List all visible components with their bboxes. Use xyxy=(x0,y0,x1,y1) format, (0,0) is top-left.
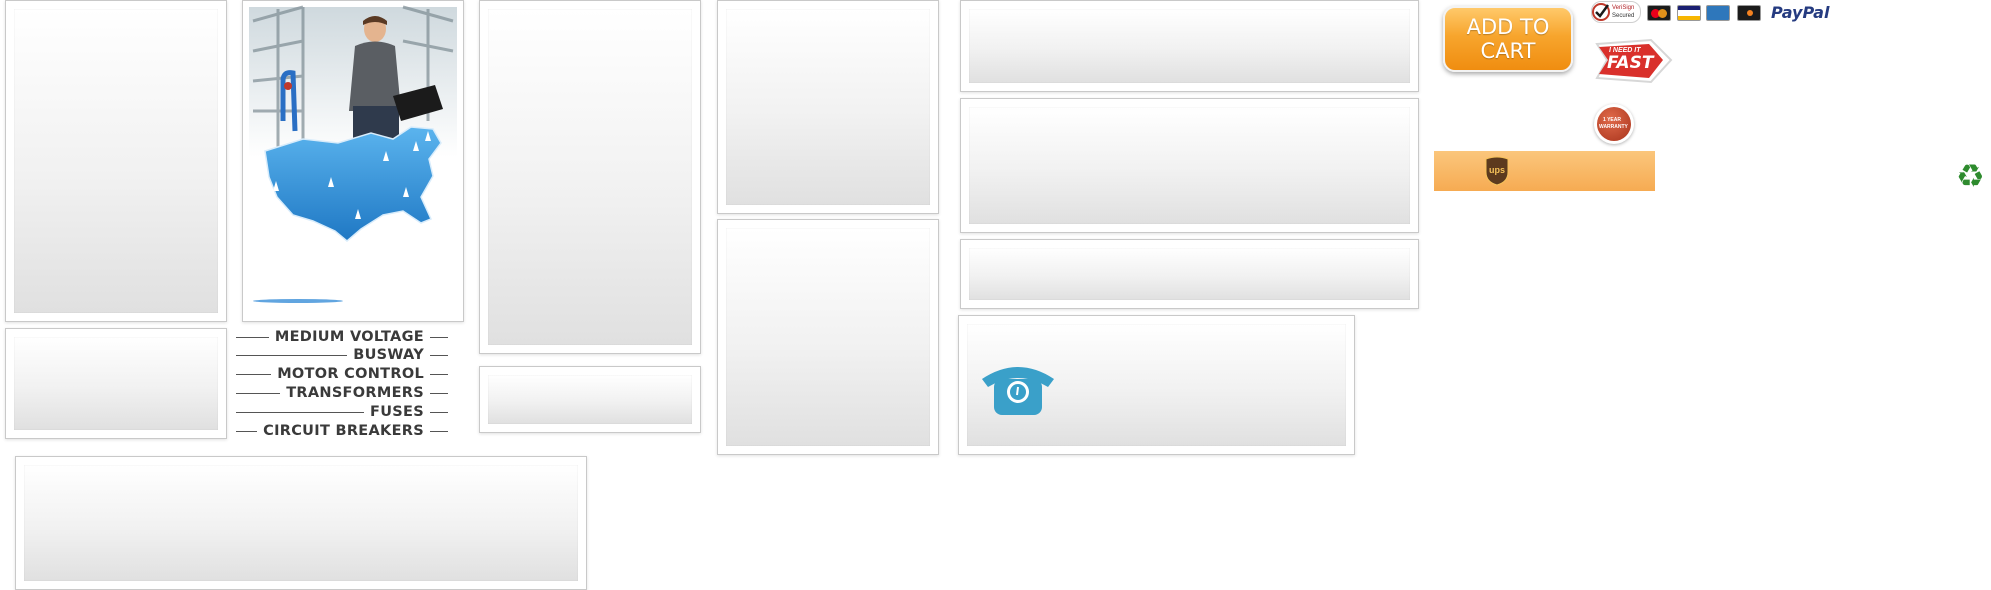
contact-panel xyxy=(958,315,1355,455)
warranty-text-2: WARRANTY xyxy=(1599,124,1628,130)
category-label: TRANSFORMERS xyxy=(286,385,424,401)
category-transformers[interactable]: TRANSFORMERS xyxy=(236,384,448,402)
placeholder-panel-wide-3 xyxy=(960,239,1419,309)
category-busway[interactable]: BUSWAY xyxy=(236,346,448,364)
ups-shipping-bar: ups xyxy=(1434,151,1655,191)
warranty-text-1: 1 YEAR xyxy=(1603,117,1621,123)
fast-text: FAST xyxy=(1607,53,1654,73)
placeholder-panel-tall-1 xyxy=(5,0,227,322)
visa-icon xyxy=(1677,5,1701,21)
placeholder-panel-small-3 xyxy=(479,366,701,433)
category-label: FUSES xyxy=(370,404,424,420)
amex-icon xyxy=(1706,5,1730,21)
category-motor-control[interactable]: MOTOR CONTROL xyxy=(236,365,448,383)
category-fuses[interactable]: FUSES xyxy=(236,403,448,421)
warranty-badge: 1 YEAR WARRANTY xyxy=(1594,104,1634,144)
hero-image-panel xyxy=(242,0,464,322)
category-label: MOTOR CONTROL xyxy=(277,366,424,382)
discover-icon xyxy=(1737,5,1761,21)
ups-text: ups xyxy=(1489,165,1506,175)
category-label: BUSWAY xyxy=(353,347,424,363)
mastercard-icon xyxy=(1647,5,1671,21)
checkmark-icon xyxy=(1592,3,1610,21)
verisign-secured-badge: VeriSign Secured xyxy=(1591,1,1641,23)
category-circuit-breakers[interactable]: CIRCUIT BREAKERS xyxy=(236,422,448,440)
placeholder-panel-4a xyxy=(717,0,939,214)
telephone-icon[interactable] xyxy=(978,357,1058,417)
i-need-it-fast-badge: I NEED IT FAST xyxy=(1593,38,1673,84)
verisign-text-1: VeriSign xyxy=(1612,5,1635,11)
placeholder-panel-small-1 xyxy=(5,328,227,439)
paypal-logo: PayPal xyxy=(1771,3,1830,22)
hero-image xyxy=(249,5,457,303)
verisign-text-2: Secured xyxy=(1612,13,1635,19)
category-label: MEDIUM VOLTAGE xyxy=(274,329,424,345)
add-to-cart-button[interactable]: ADD TO CART xyxy=(1443,6,1573,72)
category-medium-voltage[interactable]: MEDIUM VOLTAGE xyxy=(236,328,448,346)
category-label: CIRCUIT BREAKERS xyxy=(263,423,424,439)
placeholder-panel-wide-2 xyxy=(960,98,1419,233)
placeholder-panel-bottom xyxy=(15,456,587,590)
placeholder-panel-4b xyxy=(717,219,939,455)
placeholder-panel-tall-3 xyxy=(479,0,701,354)
recycle-icon: ♻ xyxy=(1956,157,1985,195)
placeholder-panel-wide-1 xyxy=(960,0,1419,92)
